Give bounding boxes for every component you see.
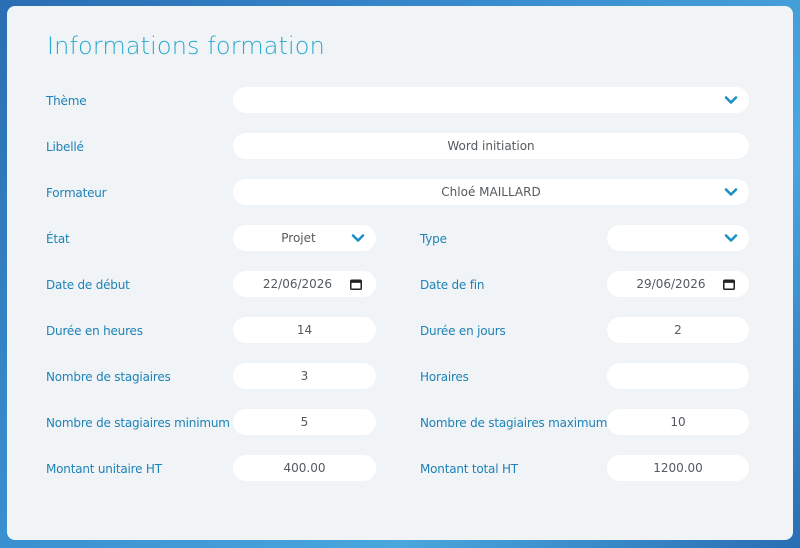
duree-heures-label: Durée en heures <box>46 324 143 338</box>
theme-label: Thème <box>46 94 87 108</box>
theme-select[interactable] <box>233 87 749 113</box>
nb-min-label: Nombre de stagiaires minimum <box>46 416 230 430</box>
etat-select[interactable]: Projet <box>233 225 376 251</box>
nb-min-input[interactable]: 5 <box>233 409 376 435</box>
montant-total-input[interactable]: 1200.00 <box>607 455 749 481</box>
montant-unitaire-value: 400.00 <box>283 461 326 475</box>
libelle-label: Libellé <box>46 140 84 154</box>
type-label: Type <box>420 232 447 246</box>
etat-value: Projet <box>281 231 316 245</box>
date-debut-input[interactable]: 22/06/2026 <box>233 271 376 297</box>
duree-jours-input[interactable]: 2 <box>607 317 749 343</box>
nb-max-input[interactable]: 10 <box>607 409 749 435</box>
chevron-down-icon <box>724 234 738 242</box>
chevron-down-icon <box>351 234 365 242</box>
nb-stagiaires-input[interactable]: 3 <box>233 363 376 389</box>
nb-stagiaires-label: Nombre de stagiaires <box>46 370 171 384</box>
libelle-input[interactable]: Word initiation <box>233 133 749 159</box>
montant-unitaire-input[interactable]: 400.00 <box>233 455 376 481</box>
date-fin-value: 29/06/2026 <box>636 277 706 291</box>
duree-jours-label: Durée en jours <box>420 324 506 338</box>
type-select[interactable] <box>607 225 749 251</box>
montant-total-label: Montant total HT <box>420 462 518 476</box>
libelle-value: Word initiation <box>447 139 535 153</box>
formateur-select[interactable]: Chloé MAILLARD <box>233 179 749 205</box>
date-debut-label: Date de début <box>46 278 130 292</box>
duree-heures-value: 14 <box>296 323 313 337</box>
duree-jours-value: 2 <box>674 323 682 337</box>
montant-unitaire-label: Montant unitaire HT <box>46 462 162 476</box>
formateur-value: Chloé MAILLARD <box>441 185 541 199</box>
horaires-input[interactable] <box>607 363 749 389</box>
page-title: Informations formation <box>47 32 325 60</box>
nb-stagiaires-value: 3 <box>300 369 309 383</box>
nb-max-label: Nombre de stagiaires maximum <box>420 416 608 430</box>
date-fin-label: Date de fin <box>420 278 485 292</box>
chevron-down-icon <box>724 96 738 104</box>
date-debut-value: 22/06/2026 <box>262 277 333 291</box>
form-panel: Informations formation Thème Libellé Wor… <box>7 6 793 540</box>
etat-label: État <box>46 232 70 246</box>
calendar-icon[interactable] <box>350 279 362 290</box>
nb-max-value: 10 <box>670 415 686 429</box>
montant-total-value: 1200.00 <box>653 461 703 475</box>
calendar-icon[interactable] <box>723 279 735 290</box>
duree-heures-input[interactable]: 14 <box>233 317 376 343</box>
date-fin-input[interactable]: 29/06/2026 <box>607 271 749 297</box>
formateur-label: Formateur <box>46 186 107 200</box>
chevron-down-icon <box>724 188 738 196</box>
horaires-label: Horaires <box>420 370 469 384</box>
nb-min-value: 5 <box>300 415 309 429</box>
